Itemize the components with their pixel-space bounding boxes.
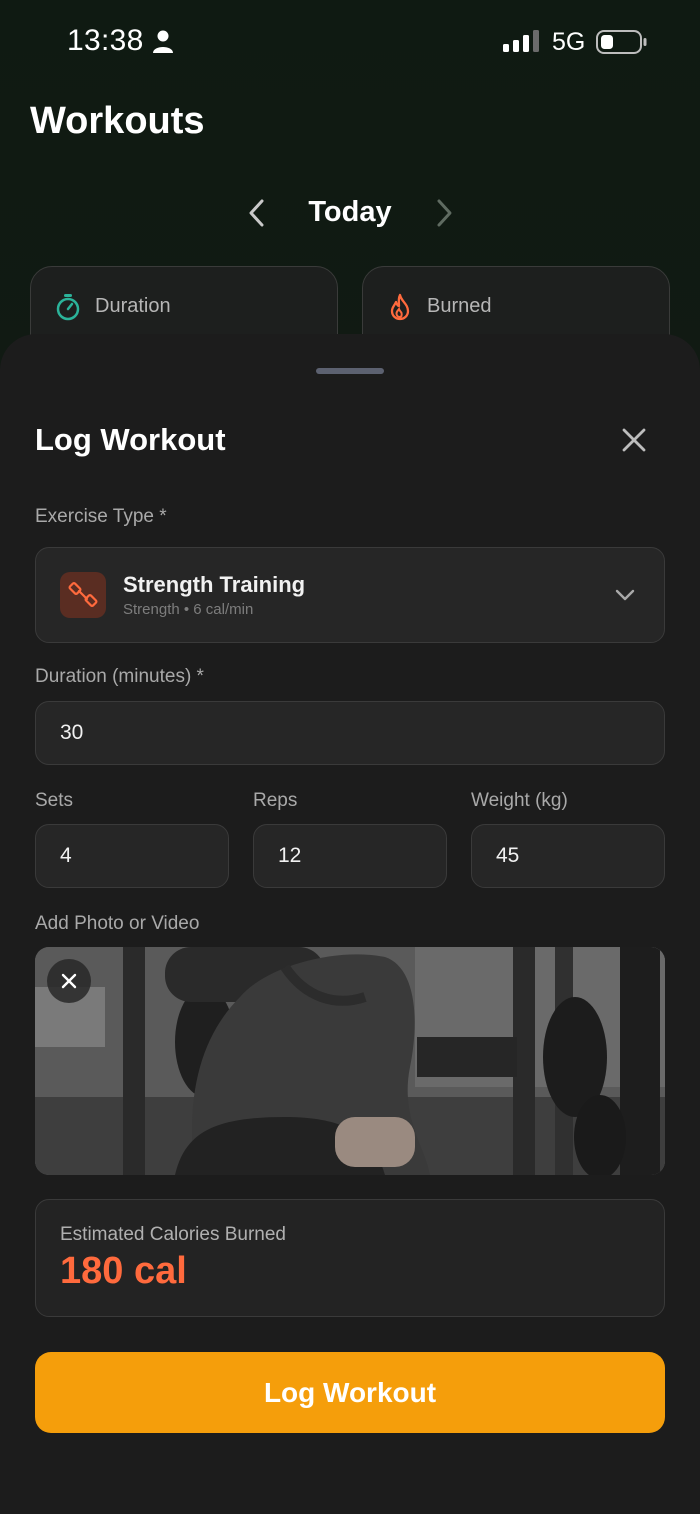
weight-label: Weight (kg): [471, 790, 568, 811]
calories-value: 180 cal: [60, 1250, 187, 1292]
sets-input[interactable]: 4: [35, 824, 229, 888]
log-workout-button[interactable]: Log Workout: [35, 1352, 665, 1433]
sheet-title: Log Workout: [35, 422, 226, 457]
status-bar: 13:38 5G: [0, 0, 700, 84]
remove-media-button[interactable]: [47, 959, 91, 1003]
log-workout-sheet: Log Workout Exercise Type * Strength Tra…: [0, 334, 700, 1514]
dumbbell-icon: [60, 572, 106, 618]
exercise-type-label: Exercise Type *: [35, 506, 167, 527]
workouts-screen: 13:38 5G Workouts Today Duration Burned …: [0, 0, 700, 1514]
reps-input[interactable]: 12: [253, 824, 447, 888]
exercise-name: Strength Training: [123, 572, 306, 597]
duration-label: Duration (minutes) *: [35, 666, 204, 687]
chevron-right-icon[interactable]: [434, 198, 456, 228]
exercise-meta: Strength • 6 cal/min: [123, 601, 254, 618]
estimated-calories-card: Estimated Calories Burned 180 cal: [35, 1199, 665, 1317]
calories-label: Estimated Calories Burned: [60, 1224, 286, 1245]
person-icon: [153, 30, 173, 53]
reps-label: Reps: [253, 790, 298, 811]
weight-input[interactable]: 45: [471, 824, 665, 888]
network-type: 5G: [552, 28, 586, 56]
exercise-type-select[interactable]: Strength Training Strength • 6 cal/min: [35, 547, 665, 643]
status-time: 13:38: [67, 24, 144, 57]
timer-icon: [56, 294, 80, 321]
battery-icon: [596, 30, 647, 54]
workout-photo: [35, 947, 665, 1175]
duration-stat-label: Duration: [95, 295, 171, 317]
duration-input[interactable]: 30: [35, 701, 665, 765]
date-navigator: Today: [230, 186, 470, 242]
sets-label: Sets: [35, 790, 74, 811]
signal-icon: [503, 30, 539, 52]
close-icon: [61, 973, 77, 989]
burned-stat-label: Burned: [427, 295, 492, 317]
sheet-grabber[interactable]: [316, 368, 384, 374]
page-title: Workouts: [30, 100, 205, 142]
media-label: Add Photo or Video: [35, 913, 200, 934]
gym-photo-illustration: [35, 947, 665, 1175]
chevron-down-icon: [615, 589, 635, 601]
flame-icon: [390, 293, 410, 321]
close-icon[interactable]: [616, 422, 652, 458]
